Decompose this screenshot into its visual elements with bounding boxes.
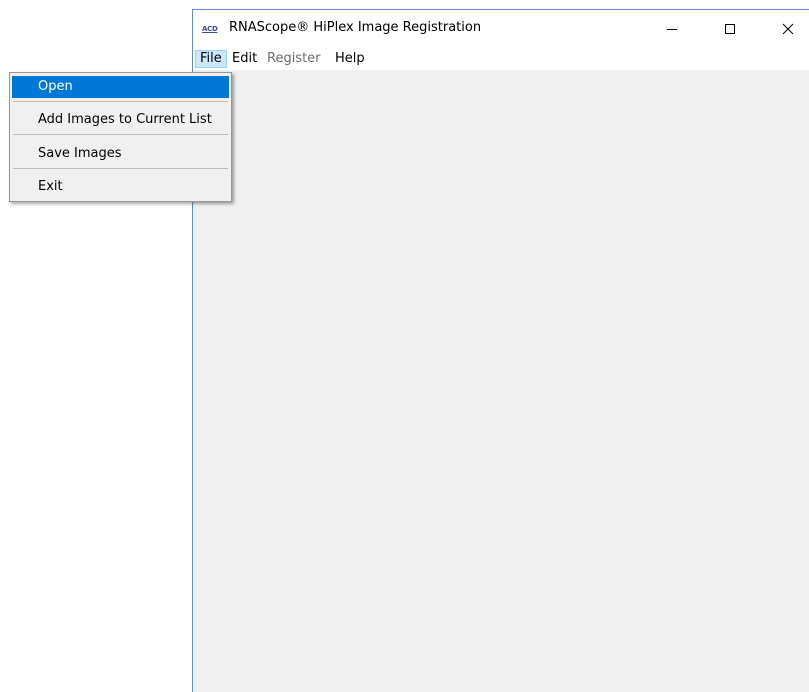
menu-item-save-images[interactable]: Save Images [12, 143, 229, 165]
minimize-button[interactable] [649, 10, 695, 48]
menu-separator [13, 168, 228, 169]
menu-register[interactable]: Register [263, 50, 325, 68]
menu-item-exit[interactable]: Exit [12, 176, 229, 198]
maximize-icon [725, 24, 735, 34]
app-window: ACD RNAScope® HiPlex Image Registration [192, 9, 809, 692]
client-area [193, 71, 809, 692]
menu-separator [13, 134, 228, 135]
menu-separator [13, 101, 228, 102]
minimize-icon [667, 29, 677, 30]
menu-item-open[interactable]: Open [12, 76, 229, 98]
maximize-button[interactable] [707, 10, 753, 48]
menu-file[interactable]: File [195, 50, 227, 68]
menu-bar: File Edit Register Help [193, 48, 809, 71]
menu-help[interactable]: Help [331, 50, 369, 68]
menu-edit[interactable]: Edit [228, 50, 261, 68]
title-bar[interactable]: ACD RNAScope® HiPlex Image Registration [193, 10, 809, 48]
window-title: RNAScope® HiPlex Image Registration [229, 20, 482, 35]
close-icon [782, 23, 794, 35]
app-logo-icon: ACD [202, 25, 218, 33]
desktop: ACD RNAScope® HiPlex Image Registration [0, 0, 809, 692]
close-button[interactable] [765, 10, 809, 48]
file-menu-dropdown: Open Add Images to Current List Save Ima… [9, 72, 232, 202]
menu-item-add-images[interactable]: Add Images to Current List [12, 109, 229, 131]
top-edge [0, 0, 809, 4]
